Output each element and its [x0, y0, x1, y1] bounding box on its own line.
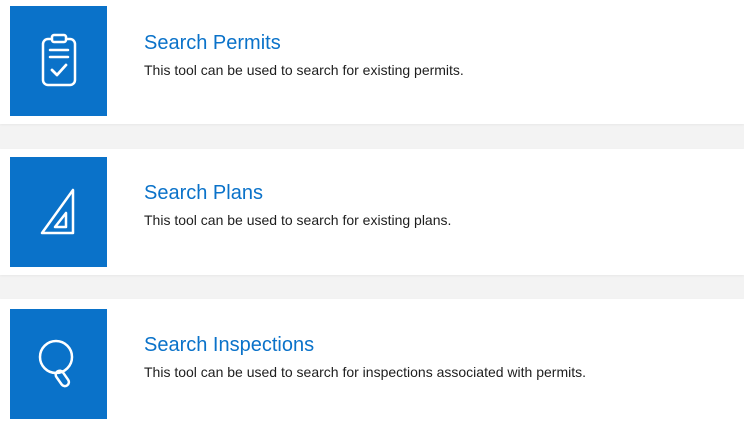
- search-plans-icon-tile[interactable]: [10, 157, 107, 267]
- triangle-ruler-icon: [40, 188, 74, 235]
- search-permits-card[interactable]: Search Permits This tool can be used to …: [0, 0, 744, 124]
- search-inspections-description: This tool can be used to search for insp…: [144, 364, 586, 380]
- search-permits-link[interactable]: Search Permits: [144, 31, 281, 55]
- search-plans-description: This tool can be used to search for exis…: [144, 212, 452, 228]
- search-plans-link[interactable]: Search Plans: [144, 181, 263, 205]
- search-inspections-card[interactable]: Search Inspections This tool can be used…: [0, 299, 744, 431]
- search-permits-text: Search Permits This tool can be used to …: [144, 31, 654, 81]
- search-permits-icon-tile[interactable]: [10, 6, 107, 116]
- search-inspections-link[interactable]: Search Inspections: [144, 333, 314, 357]
- clipboard-check-icon: [41, 33, 76, 87]
- tool-list: Search Permits This tool can be used to …: [0, 0, 744, 431]
- search-permits-description: This tool can be used to search for exis…: [144, 62, 464, 78]
- search-inspections-icon-tile[interactable]: [10, 309, 107, 419]
- search-plans-text: Search Plans This tool can be used to se…: [144, 181, 654, 231]
- search-inspections-text: Search Inspections This tool can be used…: [144, 333, 654, 383]
- search-plans-card[interactable]: Search Plans This tool can be used to se…: [0, 149, 744, 275]
- magnifier-icon: [38, 339, 73, 388]
